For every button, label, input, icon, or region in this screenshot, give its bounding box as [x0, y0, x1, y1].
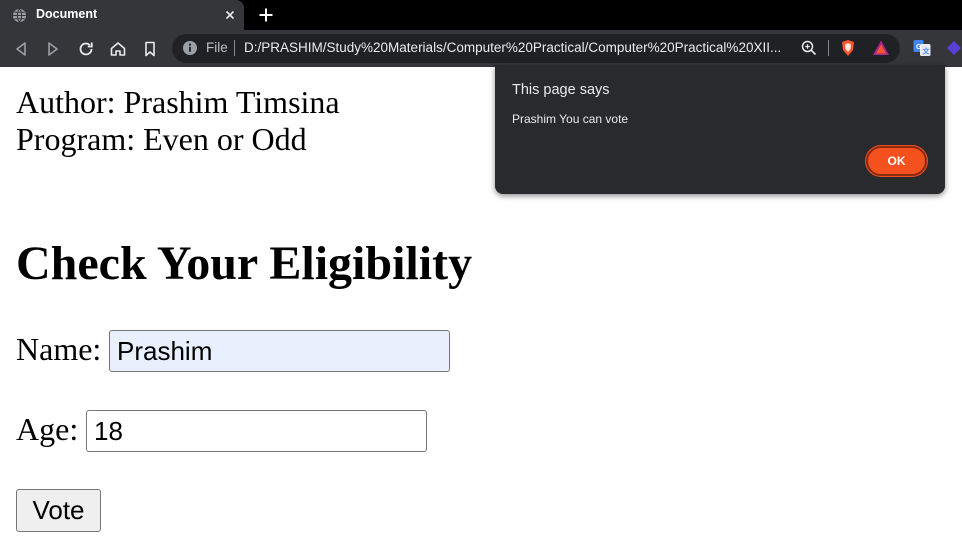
address-divider [234, 40, 235, 56]
zoom-icon[interactable] [800, 39, 818, 57]
dialog-title: This page says [512, 82, 610, 98]
svg-text:G: G [916, 44, 922, 51]
forward-icon[interactable] [43, 39, 63, 59]
bookmark-icon[interactable] [140, 39, 160, 59]
translate-icon[interactable]: G 文 [912, 38, 932, 58]
ok-button[interactable]: OK [866, 146, 927, 176]
age-label: Age: [16, 411, 79, 447]
globe-icon [12, 8, 27, 23]
info-icon[interactable] [182, 40, 198, 56]
url-text[interactable]: D:/PRASHIM/Study%20Materials/Computer%20… [244, 40, 781, 55]
address-divider-right [828, 40, 829, 56]
browser-tab[interactable]: Document [0, 0, 244, 30]
svg-text:文: 文 [923, 47, 931, 56]
new-tab-icon[interactable] [256, 5, 276, 25]
tab-strip: Document [0, 0, 962, 30]
extension-icon[interactable] [944, 38, 962, 58]
alert-dialog: This page says Prashim You can vote OK [495, 65, 945, 194]
brave-shield-icon[interactable] [838, 38, 858, 58]
tab-title: Document [36, 7, 98, 21]
dialog-message: Prashim You can vote [512, 112, 629, 126]
close-icon[interactable] [222, 7, 238, 23]
page-title: Check Your Eligibility [16, 237, 473, 290]
scheme-label: File [206, 40, 228, 55]
back-icon[interactable] [11, 39, 31, 59]
vote-button[interactable]: Vote [16, 489, 101, 532]
brave-rewards-icon[interactable] [871, 38, 891, 58]
author-line: Author: Prashim Timsina [16, 84, 340, 120]
home-icon[interactable] [108, 39, 128, 59]
name-input[interactable] [109, 330, 450, 372]
program-line: Program: Even or Odd [16, 121, 307, 157]
age-input[interactable] [86, 410, 427, 452]
reload-icon[interactable] [76, 39, 96, 59]
name-label: Name: [16, 331, 102, 367]
